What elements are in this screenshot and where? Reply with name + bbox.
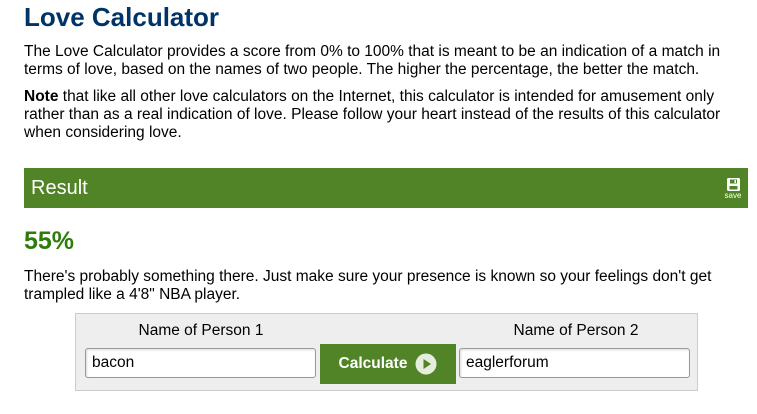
result-message: There's probably something there. Just m… xyxy=(24,268,712,303)
intro-paragraph: The Love Calculator provides a score fro… xyxy=(24,43,721,78)
note-paragraph: Note that like all other love calculator… xyxy=(24,88,748,142)
note-text: that like all other love calculators on … xyxy=(24,88,721,141)
page-title: Love Calculator xyxy=(24,2,220,32)
floppy-disk-icon xyxy=(726,178,740,191)
person1-label: Name of Person 1 xyxy=(138,322,264,339)
save-label: save xyxy=(724,191,742,200)
love-score: 55% xyxy=(24,227,75,255)
save-button[interactable]: save xyxy=(722,178,744,202)
person2-label: Name of Person 2 xyxy=(513,322,639,339)
note-label: Note xyxy=(24,88,59,105)
result-heading: Result xyxy=(31,177,88,199)
calculator-form: Name of Person 1 Name of Person 2 Calcul… xyxy=(75,313,698,391)
result-header-bar: Result save xyxy=(24,168,748,208)
play-circle-icon xyxy=(415,353,437,375)
calculate-label: Calculate xyxy=(338,355,408,372)
person2-name-input[interactable] xyxy=(459,348,690,378)
calculate-button[interactable]: Calculate xyxy=(320,344,456,384)
person1-name-input[interactable] xyxy=(85,348,316,378)
